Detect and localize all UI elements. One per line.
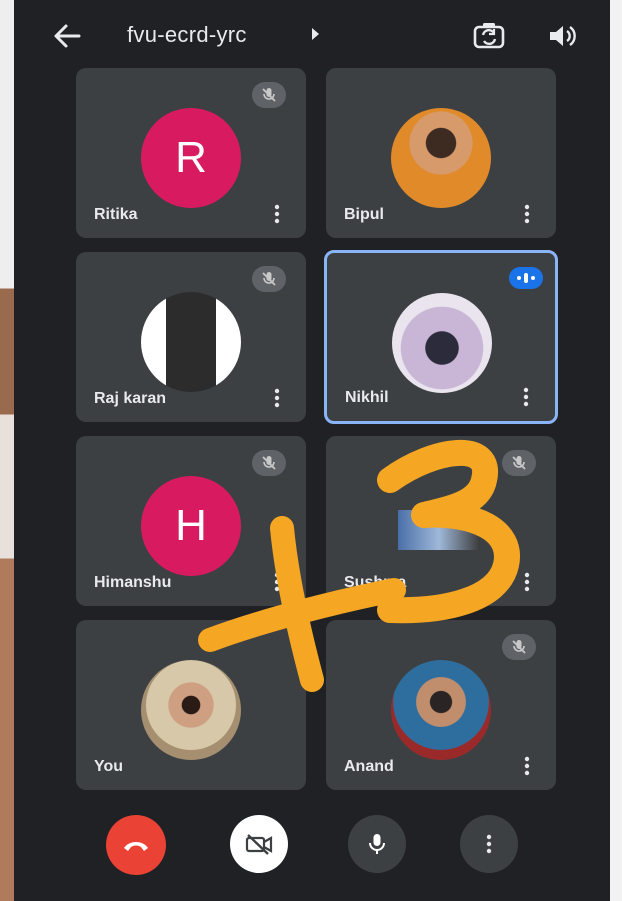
room-code[interactable]: fvu-ecrd-yrc	[127, 22, 247, 48]
avatar	[391, 108, 491, 208]
participant-name: Anand	[344, 758, 394, 775]
participant-name: Himanshu	[94, 574, 172, 591]
participant-tile[interactable]: R Ritika	[76, 68, 306, 238]
microphone-icon	[369, 834, 385, 854]
participant-tile[interactable]: Anand	[326, 620, 556, 790]
camera-off-icon	[245, 834, 273, 855]
participant-name: Nikhil	[345, 389, 389, 406]
participant-name: Bipul	[344, 206, 384, 223]
more-vert-icon[interactable]	[524, 572, 530, 592]
more-vert-icon[interactable]	[524, 204, 530, 224]
mic-off-icon	[252, 450, 286, 476]
avatar: H	[141, 476, 241, 576]
speaking-indicator-icon	[509, 267, 543, 289]
mic-off-icon	[252, 82, 286, 108]
avatar	[141, 660, 241, 760]
participant-tile[interactable]: H Himanshu	[76, 436, 306, 606]
mic-off-icon	[502, 450, 536, 476]
participant-name: You	[94, 758, 124, 775]
participant-name: Raj karan	[94, 390, 167, 407]
video-thumbnail	[398, 510, 480, 550]
call-controls	[14, 805, 610, 885]
participant-tile[interactable]: Sushma	[326, 436, 556, 606]
camera-toggle-button[interactable]	[230, 815, 288, 873]
meet-call-screen: fvu-ecrd-yrc R Ritika Bipul Raj karan Ni…	[14, 0, 610, 901]
more-vert-icon	[486, 834, 492, 854]
avatar	[392, 293, 492, 393]
avatar	[391, 660, 491, 760]
more-vert-icon[interactable]	[274, 572, 280, 592]
more-vert-icon[interactable]	[524, 756, 530, 776]
avatar: R	[141, 108, 241, 208]
more-options-button[interactable]	[460, 815, 518, 873]
participant-name: Ritika	[94, 206, 138, 223]
background-photo-strip	[0, 0, 14, 901]
background-margin	[610, 0, 622, 901]
avatar	[141, 292, 241, 392]
participant-tile-self[interactable]: You	[76, 620, 306, 790]
participant-name: Sushma	[344, 574, 407, 591]
camera-switch-icon[interactable]	[472, 20, 506, 52]
end-call-button[interactable]	[106, 815, 166, 875]
mic-off-icon	[502, 634, 536, 660]
end-call-icon	[124, 842, 148, 851]
participant-tile-active-speaker[interactable]: Nikhil	[324, 250, 558, 424]
microphone-button[interactable]	[348, 815, 406, 873]
more-vert-icon[interactable]	[274, 204, 280, 224]
speaker-icon[interactable]	[547, 22, 577, 50]
caret-right-icon[interactable]	[312, 28, 319, 40]
participant-tile[interactable]: Raj karan	[76, 252, 306, 422]
more-vert-icon[interactable]	[523, 387, 529, 407]
participant-tile[interactable]: Bipul	[326, 68, 556, 238]
arrow-left-icon[interactable]	[52, 22, 82, 50]
more-vert-icon[interactable]	[274, 388, 280, 408]
top-bar: fvu-ecrd-yrc	[14, 0, 610, 70]
mic-off-icon	[252, 266, 286, 292]
